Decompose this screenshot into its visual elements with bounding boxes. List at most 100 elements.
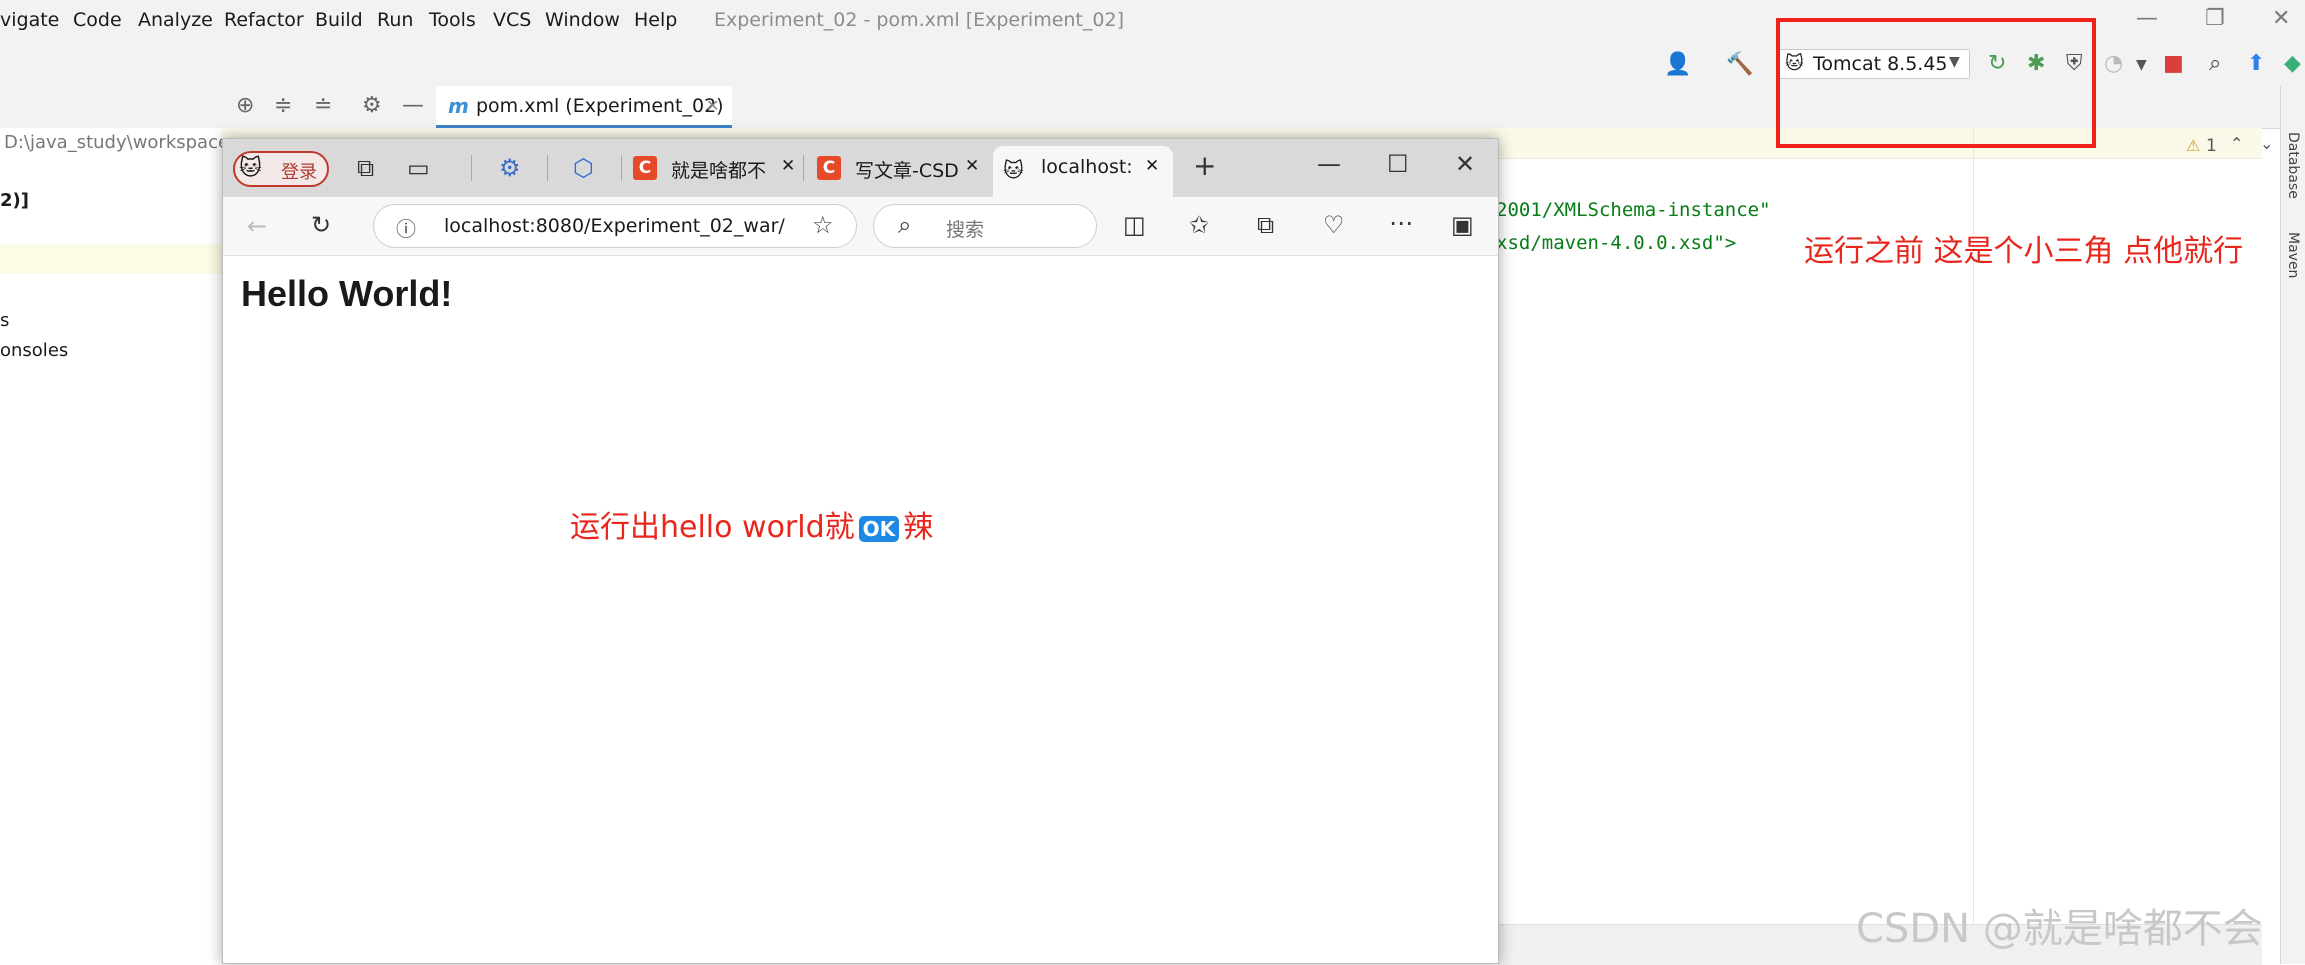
divider	[547, 155, 548, 181]
gear-icon[interactable]: ⚙	[362, 94, 382, 118]
browser-essentials-icon[interactable]: ♡	[1323, 212, 1345, 238]
menu-run[interactable]: Run	[377, 9, 413, 31]
chevron-down-icon[interactable]: ▼	[2136, 53, 2147, 77]
restore-icon[interactable]: ❐	[2205, 6, 2225, 31]
plugin-icon[interactable]: ◆	[2284, 52, 2301, 76]
favorite-star-icon[interactable]: ☆	[812, 211, 834, 239]
close-icon[interactable]: ✕	[1455, 151, 1475, 177]
menu-navigate[interactable]: vigate	[0, 9, 59, 31]
annotation-text: 辣	[903, 510, 934, 545]
menu-window[interactable]: Window	[545, 9, 620, 31]
browser-tab-csdn-write[interactable]: C 写文章-CSD ✕	[815, 148, 993, 188]
expand-all-icon[interactable]: ≑	[274, 94, 292, 118]
close-icon[interactable]: ✕	[2272, 6, 2290, 31]
minimize-icon[interactable]: —	[1317, 151, 1341, 177]
browser-tab-csdn-profile[interactable]: C 就是啥都不 ✕	[631, 148, 801, 188]
annotation-highlight-box	[1776, 18, 2096, 148]
warning-count: 1	[2206, 136, 2217, 156]
chevron-up-icon[interactable]: ⌃	[2230, 134, 2243, 153]
workspaces-icon[interactable]: ⧉	[357, 155, 374, 181]
csdn-icon: C	[817, 156, 841, 180]
tomcat-icon: 🐱	[1003, 158, 1024, 182]
annotation-note-result: 运行出hello world就 OK 辣	[570, 502, 933, 546]
new-tab-icon[interactable]: +	[1193, 152, 1216, 180]
info-icon[interactable]: ⓘ	[396, 213, 416, 242]
close-tab-icon[interactable]: ✕	[965, 156, 979, 176]
browser-toolbar: ← ↻ ⓘ localhost:8080/Experiment_02_war/ …	[223, 197, 1498, 256]
watermark: CSDN @就是啥都不会	[1856, 906, 2263, 952]
collapse-all-icon[interactable]: ≐	[314, 94, 332, 118]
tab-title: localhost:8(	[1041, 156, 1133, 178]
address-url: localhost:8080/Experiment_02_war/	[444, 215, 785, 237]
database-tool-tab[interactable]: Database	[2285, 132, 2301, 199]
tab-title: 就是啥都不	[671, 160, 767, 182]
menu-tools[interactable]: Tools	[429, 9, 476, 31]
settings-wheel-icon[interactable]: ⚙	[499, 155, 521, 181]
update-icon[interactable]: ⬆	[2247, 52, 2265, 76]
page-heading: Hello World!	[241, 273, 453, 314]
browser-tab-bar: 🐱 登录 ⧉ ▭ ⚙ ⬡ C 就是啥都不 ✕ C 写文章-CSD ✕ 🐱 loc…	[223, 139, 1498, 197]
refresh-icon[interactable]: ↻	[311, 212, 331, 238]
tab-title: 写文章-CSD	[855, 160, 959, 182]
minimize-icon[interactable]: —	[2136, 6, 2158, 31]
warning-icon[interactable]: ⚠	[2186, 136, 2200, 155]
ok-badge: OK	[858, 515, 900, 542]
project-node[interactable]: onsoles	[0, 340, 68, 361]
annotation-text: 运行出hello world就	[570, 510, 855, 545]
profiler-icon[interactable]: ◔	[2104, 52, 2123, 76]
menu-analyze[interactable]: Analyze	[138, 9, 213, 31]
chevron-down-icon[interactable]: ⌄	[2260, 134, 2273, 153]
project-path: D:\java_study\workspace\	[4, 132, 236, 153]
code-string: xsd/maven-4.0.0.xsd">	[1496, 232, 1737, 254]
browser-window: 🐱 登录 ⧉ ▭ ⚙ ⬡ C 就是啥都不 ✕ C 写文章-CSD ✕ 🐱 loc…	[222, 138, 1499, 964]
selected-row-highlight	[0, 244, 222, 274]
close-tab-icon[interactable]: ✕	[781, 156, 795, 176]
tab-label: pom.xml (Experiment_02)	[476, 95, 724, 117]
tab-actions-icon[interactable]: ▭	[407, 155, 430, 181]
build-hammer-icon[interactable]: 🔨	[1726, 53, 1753, 77]
search-icon: ⌕	[898, 211, 912, 239]
more-menu-icon[interactable]: ⋯	[1389, 210, 1413, 236]
maven-file-icon: m	[448, 94, 469, 118]
project-panel: D:\java_study\workspace\ 2)] s onsoles	[0, 128, 235, 964]
locate-icon[interactable]: ⊕	[236, 94, 254, 118]
hide-panel-icon[interactable]: —	[402, 94, 424, 118]
project-node[interactable]: 2)]	[0, 190, 29, 211]
user-icon[interactable]: 👤	[1664, 53, 1691, 77]
profile-login-button[interactable]: 🐱 登录	[233, 151, 329, 187]
menu-vcs[interactable]: VCS	[493, 9, 531, 31]
favorites-icon[interactable]: ✩	[1189, 212, 1209, 238]
avatar: 🐱	[239, 156, 262, 181]
login-label: 登录	[281, 162, 317, 183]
tab-pom-xml[interactable]: m pom.xml (Experiment_02) ✕	[436, 86, 732, 128]
menu-help[interactable]: Help	[634, 9, 677, 31]
divider	[803, 155, 804, 181]
menu-refactor[interactable]: Refactor	[224, 9, 304, 31]
stop-icon[interactable]: ■	[2163, 52, 2184, 76]
collections-icon[interactable]: ⧉	[1257, 212, 1274, 238]
split-screen-icon[interactable]: ◫	[1123, 212, 1146, 238]
code-line: 2001/XMLSchema-instance"	[1496, 199, 1771, 221]
sidebar-toggle-icon[interactable]: ▣	[1451, 212, 1474, 238]
maximize-icon[interactable]: ☐	[1387, 151, 1409, 177]
search-icon[interactable]: ⌕	[2209, 52, 2221, 76]
annotation-note-before: 运行之前 这是个小三角 点他就行	[1804, 234, 2244, 269]
divider	[621, 155, 622, 181]
window-title: Experiment_02 - pom.xml [Experiment_02]	[714, 9, 1124, 31]
extension-icon[interactable]: ⬡	[573, 155, 594, 181]
close-tab-icon[interactable]: ✕	[706, 96, 719, 115]
divider	[471, 155, 472, 181]
browser-tab-localhost[interactable]: 🐱 localhost:8( ✕	[993, 146, 1173, 197]
search-placeholder: 搜索	[946, 219, 985, 241]
search-input[interactable]: ⌕ 搜索	[873, 204, 1097, 248]
code-line: xsd/maven-4.0.0.xsd">	[1496, 232, 1736, 254]
address-bar[interactable]: ⓘ localhost:8080/Experiment_02_war/ ☆	[373, 204, 857, 248]
maven-tool-tab[interactable]: Maven	[2285, 232, 2301, 278]
project-node[interactable]: s	[0, 310, 9, 331]
right-tool-sidebar: Database Maven	[2280, 86, 2305, 964]
menu-code[interactable]: Code	[73, 9, 122, 31]
csdn-icon: C	[633, 156, 657, 180]
menu-build[interactable]: Build	[315, 9, 363, 31]
close-tab-icon[interactable]: ✕	[1145, 156, 1159, 176]
back-arrow-icon[interactable]: ←	[247, 213, 267, 239]
